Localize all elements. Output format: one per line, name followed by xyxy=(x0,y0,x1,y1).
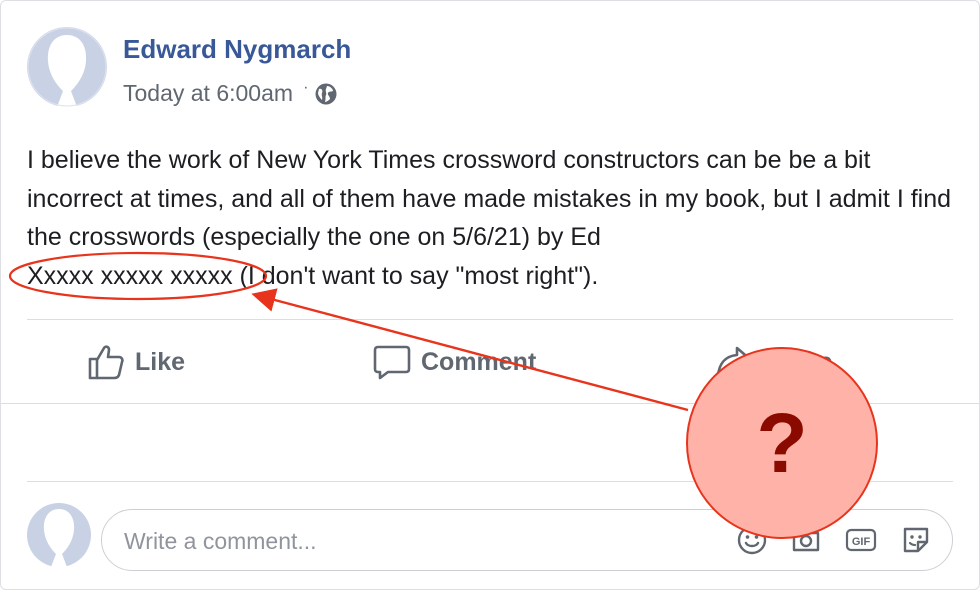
thumbs-up-icon xyxy=(88,345,124,380)
comment-input[interactable] xyxy=(122,510,686,572)
author-avatar[interactable] xyxy=(27,27,107,107)
post-body: I believe the work of New York Times cro… xyxy=(27,141,967,295)
like-button[interactable]: Like xyxy=(87,343,185,381)
timestamp-link[interactable]: Today at 6:00am xyxy=(123,80,293,107)
redacted-name: Xxxxx xxxxx xxxxx xyxy=(27,261,233,290)
author-name-link[interactable]: Edward Nygmarch xyxy=(123,34,351,65)
actions-top-divider xyxy=(27,319,953,320)
question-mark: ? xyxy=(756,395,808,490)
post-text-tail: (I don't want to say "most right"). xyxy=(239,261,599,290)
post-text-main: I believe the work of New York Times cro… xyxy=(27,146,952,251)
sticker-icon[interactable] xyxy=(900,524,932,556)
globe-icon[interactable] xyxy=(314,82,338,106)
gif-icon[interactable]: GIF xyxy=(844,524,878,556)
comment-button[interactable]: Comment xyxy=(373,343,536,381)
comment-label: Comment xyxy=(421,347,537,376)
comment-bubble-icon xyxy=(373,345,411,380)
meta-separator: · xyxy=(303,78,309,96)
like-label: Like xyxy=(135,347,186,376)
commenter-avatar[interactable] xyxy=(27,503,91,567)
question-mark-badge: ? xyxy=(686,347,878,539)
post-meta: Today at 6:00am · xyxy=(123,78,338,107)
gif-text: GIF xyxy=(852,536,871,548)
